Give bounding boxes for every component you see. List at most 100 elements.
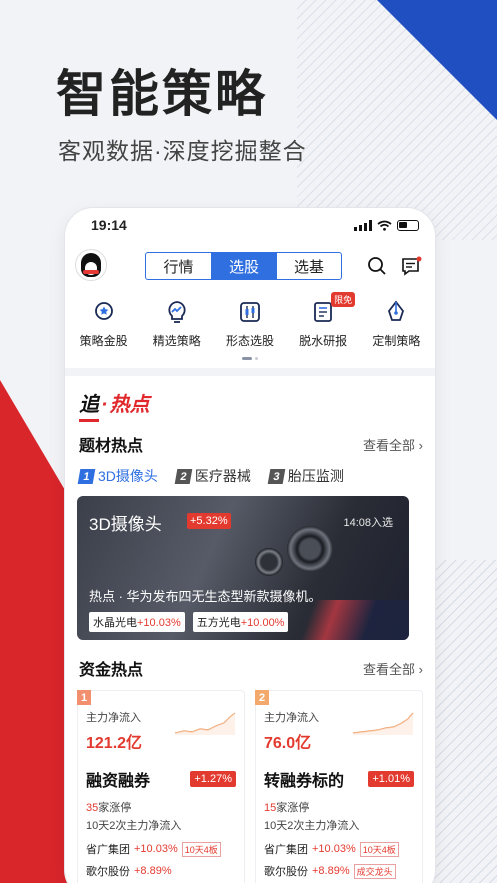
funds-header: 资金热点 查看全部 › bbox=[65, 640, 435, 680]
hot-title: 追 · 热点 bbox=[65, 376, 435, 417]
menu-item-custom-strategy[interactable]: 定制策略 bbox=[360, 298, 432, 349]
stock-tag-label: 10天4板 bbox=[359, 841, 399, 857]
status-bar: 19:14 bbox=[65, 208, 435, 242]
candlestick-icon bbox=[236, 298, 264, 326]
menu-item-pattern-picking[interactable]: 形态选股 bbox=[214, 298, 286, 349]
stock-pct: +10.03% bbox=[134, 843, 178, 855]
top-icons bbox=[367, 256, 423, 276]
topic-title: 题材热点 bbox=[79, 438, 144, 455]
topic-tabs: 1 3D摄像头 2 医疗器械 3 胎压监测 bbox=[65, 456, 435, 486]
topic-tab-2[interactable]: 2 医疗器械 bbox=[174, 466, 251, 486]
rank-number: 2 bbox=[174, 468, 193, 484]
status-time: 19:14 bbox=[91, 217, 127, 233]
topic-tab-label: 胎压监测 bbox=[287, 468, 344, 484]
topic-tab-3[interactable]: 3 胎压监测 bbox=[267, 466, 344, 486]
limit-up-text: 家涨停 bbox=[98, 802, 132, 814]
menu-label: 精选策略 bbox=[152, 334, 201, 348]
menu-label: 形态选股 bbox=[225, 334, 274, 348]
card-title: 3D摄像头 bbox=[89, 515, 162, 534]
camera-lens-image bbox=[287, 526, 333, 572]
menu-item-selected-strategies[interactable]: 精选策略 bbox=[141, 298, 213, 349]
inflow-summary: 10天2次主力净流入 bbox=[264, 820, 360, 832]
card-stock-tags: 水晶光电+10.03% 五方光电+10.00% bbox=[89, 612, 289, 632]
card-background-streak bbox=[269, 600, 409, 640]
stock-row[interactable]: 省广集团 +10.03% 10天4板 bbox=[264, 841, 414, 857]
funds-see-all-link[interactable]: 查看全部 › bbox=[363, 659, 423, 678]
tab-fund-picking[interactable]: 选基 bbox=[276, 253, 341, 279]
limit-up-text: 家涨停 bbox=[276, 802, 310, 814]
fund-change-badge: +1.01% bbox=[368, 771, 414, 787]
topic-card[interactable]: 3D摄像头 +5.32% 14:08入选 热点 · 华为发布四无生态型新款摄像机… bbox=[77, 496, 409, 640]
stock-tag-label: 10天4板 bbox=[181, 841, 221, 857]
phone-frame: 19:14 行情 选股 选基 策略金股 精选策略 形态选股 限免 脱水研报 定制… bbox=[65, 208, 435, 883]
stock-name: 省广集团 bbox=[86, 844, 130, 856]
stock-pct: +8.89% bbox=[134, 865, 172, 877]
hot-title-dot: · bbox=[101, 394, 108, 416]
bulb-chart-icon bbox=[163, 298, 191, 326]
stock-tag[interactable]: 五方光电+10.00% bbox=[192, 612, 289, 632]
fund-card-1[interactable]: 1 主力净流入 121.2亿 融资融券 +1.27% 35家涨停 10天2次主力… bbox=[77, 690, 245, 883]
rank-number: 1 bbox=[77, 690, 91, 705]
avatar[interactable] bbox=[75, 249, 107, 281]
promo-subline: 客观数据·深度挖掘整合 bbox=[58, 138, 307, 164]
stock-tag[interactable]: 水晶光电+10.03% bbox=[89, 612, 185, 632]
menu-item-dehydrated-research[interactable]: 限免 脱水研报 bbox=[287, 292, 359, 349]
tab-market[interactable]: 行情 bbox=[146, 253, 211, 279]
medal-icon bbox=[90, 298, 118, 326]
topic-see-all-link[interactable]: 查看全部 › bbox=[363, 435, 423, 454]
sparkline-icon bbox=[352, 712, 414, 735]
card-news: 热点 · 华为发布四无生态型新款摄像机。 bbox=[89, 589, 322, 604]
feature-menu: 策略金股 精选策略 形态选股 限免 脱水研报 定制策略 bbox=[65, 288, 435, 349]
limit-up-count: 35家涨停 bbox=[86, 799, 236, 815]
menu-label: 策略金股 bbox=[79, 334, 128, 348]
limit-up-number: 35 bbox=[86, 802, 99, 814]
fund-name-row: 转融券标的 +1.01% bbox=[264, 767, 414, 791]
stock-row[interactable]: 省广集团 +10.03% 10天4板 bbox=[86, 841, 236, 857]
topic-tab-label: 3D摄像头 bbox=[98, 468, 158, 484]
hot-title-suffix: 热点 bbox=[109, 394, 150, 416]
battery-icon bbox=[397, 219, 419, 231]
topic-header: 题材热点 查看全部 › bbox=[65, 422, 435, 456]
menu-label: 脱水研报 bbox=[299, 334, 348, 348]
wifi-icon bbox=[377, 220, 392, 231]
stock-tag-label: 成交龙头 bbox=[353, 863, 396, 879]
free-badge: 限免 bbox=[331, 292, 356, 307]
stock-tag-pct: +10.03% bbox=[137, 617, 181, 629]
fund-change-badge: +1.27% bbox=[190, 771, 236, 787]
funds-title: 资金热点 bbox=[79, 662, 144, 679]
segmented-control: 行情 选股 选基 bbox=[145, 252, 342, 280]
decor-stripes-right bbox=[427, 560, 497, 883]
funds-cards: 1 主力净流入 121.2亿 融资融券 +1.27% 35家涨停 10天2次主力… bbox=[65, 680, 435, 883]
stock-tag-pct: +10.00% bbox=[240, 617, 285, 629]
stock-row[interactable]: 歌尔股份 +8.89% bbox=[86, 863, 236, 879]
fund-name: 融资融券 bbox=[86, 773, 151, 790]
promo-headline: 智能策略 bbox=[56, 66, 268, 122]
signal-icon bbox=[354, 219, 372, 231]
fund-name-row: 融资融券 +1.27% bbox=[86, 767, 236, 791]
menu-label: 定制策略 bbox=[372, 334, 421, 348]
stock-tag-name: 水晶光电 bbox=[93, 617, 137, 629]
stock-row[interactable]: 歌尔股份 +8.89% 成交龙头 bbox=[264, 863, 414, 879]
hot-title-prefix: 追 bbox=[79, 394, 99, 416]
stock-name: 歌尔股份 bbox=[264, 866, 308, 878]
rank-number: 3 bbox=[267, 468, 286, 484]
pen-nib-icon bbox=[382, 298, 410, 326]
stock-name: 省广集团 bbox=[264, 844, 308, 856]
limit-up-count: 15家涨停 bbox=[264, 799, 414, 815]
fund-name: 转融券标的 bbox=[264, 773, 345, 790]
limit-up-number: 15 bbox=[264, 802, 277, 814]
menu-item-strategy-stocks[interactable]: 策略金股 bbox=[68, 298, 140, 349]
topic-tab-1[interactable]: 1 3D摄像头 bbox=[77, 466, 158, 486]
divider bbox=[65, 368, 435, 376]
inflow-summary: 10天2次主力净流入 bbox=[86, 820, 182, 832]
message-icon[interactable] bbox=[401, 256, 423, 276]
rank-number: 2 bbox=[255, 690, 269, 705]
qq-penguin-icon bbox=[81, 253, 101, 277]
camera-lens-image bbox=[255, 548, 283, 576]
topic-tab-label: 医疗器械 bbox=[194, 468, 251, 484]
page-indicator bbox=[65, 357, 435, 360]
stock-pct: +8.89% bbox=[312, 865, 350, 877]
fund-card-2[interactable]: 2 主力净流入 76.0亿 转融券标的 +1.01% 15家涨停 10天2次主力… bbox=[255, 690, 423, 883]
tab-stock-picking[interactable]: 选股 bbox=[211, 253, 276, 279]
search-icon[interactable] bbox=[367, 256, 387, 276]
